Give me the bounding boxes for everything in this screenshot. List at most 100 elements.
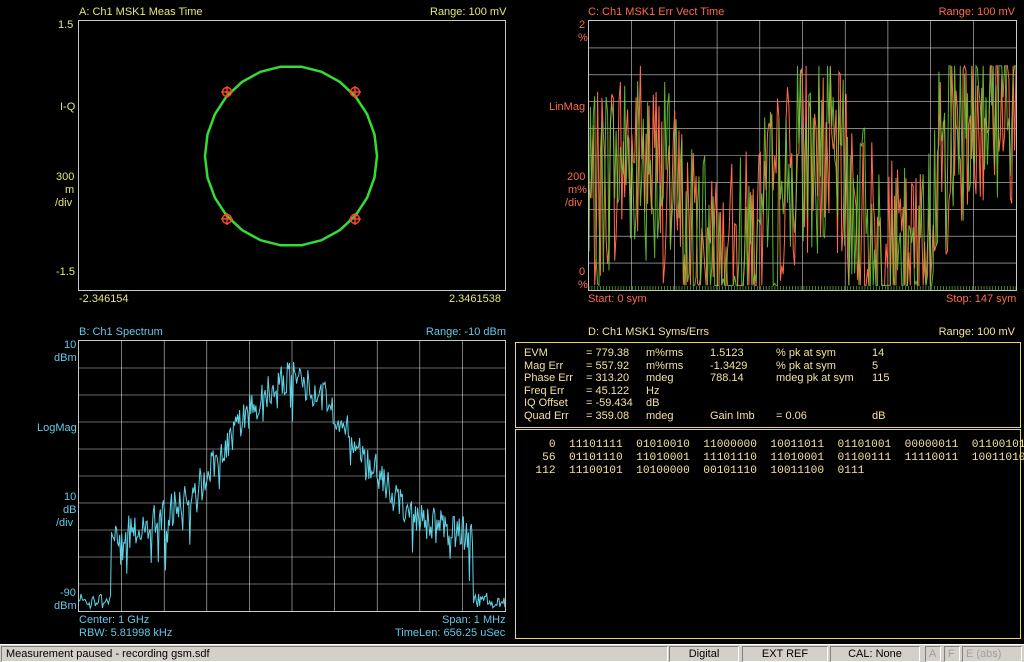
panel-d-symbol-table[interactable]: 0 11101111 01010010 11000000 10011011 01… [515, 429, 1024, 639]
error-summary-cell: = 0.06 [776, 409, 807, 422]
symbol-bits-row: 56 01101110 11010001 11101110 11010001 0… [522, 452, 1024, 464]
status-e: E (abs) [962, 646, 1022, 662]
error-summary-cell: mdeg [646, 372, 674, 385]
error-summary-cell [872, 385, 912, 398]
panel-a-range[interactable]: Range: 100 mV [430, 6, 506, 18]
panel-c-y-label[interactable]: LinMag [549, 101, 585, 113]
status-f: F [944, 646, 960, 662]
error-summary-cell: mdeg [646, 409, 674, 422]
panel-c-y-scale-2: m% [568, 184, 587, 196]
error-summary-cell: m%rms [646, 347, 684, 359]
error-summary-cell [776, 397, 872, 410]
error-summary-cell: Freq Err [524, 384, 565, 397]
symbol-bits-row: 0 11101111 01010010 11000000 10011011 01… [522, 439, 1024, 451]
error-summary-cell: EVM [524, 347, 548, 359]
panel-d-range[interactable]: Range: 100 mV [938, 326, 1015, 338]
error-summary-cell [710, 385, 776, 398]
panel-a-iq-circle [203, 65, 379, 247]
panel-b-center: Center: 1 GHz [79, 614, 150, 626]
status-bar: Measurement paused - recording gsm.sdf D… [0, 644, 1024, 662]
error-summary-row: Quad Err = 359.08 mdeg Gain Imb = 0.06 dB [524, 410, 912, 423]
panel-b-y-label[interactable]: LogMag [37, 422, 77, 434]
error-summary-cell: 1.5123 [710, 347, 744, 359]
panel-a-y-scale-2: m [65, 184, 75, 196]
panel-b-y-scale-3: /div [56, 517, 74, 529]
error-summary-cell: Mag Err [524, 359, 564, 372]
error-summary-row: Freq Err = 45.122 Hz [524, 385, 912, 398]
panel-b-plot[interactable] [78, 340, 506, 612]
panel-a-title[interactable]: A: Ch1 MSK1 Meas Time [79, 6, 203, 18]
error-summary-table: EVM = 779.38 m%rms 1.5123% pk at sym 14 Mag E… [524, 347, 912, 423]
status-a: A [925, 646, 941, 662]
error-summary-cell [776, 385, 872, 398]
error-summary-cell: m%rms [646, 359, 684, 372]
panel-b-title[interactable]: B: Ch1 Spectrum [79, 326, 163, 338]
status-digital: Digital [669, 646, 739, 662]
panel-b-y-top-1: 10 [64, 339, 77, 351]
panel-a-x-left: -2.346154 [79, 293, 129, 305]
panel-b-y-scale-1: 10 [64, 491, 77, 503]
panel-a-y-top: 1.5 [58, 19, 74, 31]
error-summary-cell: -1.3429 [710, 359, 748, 372]
panel-c-y-bottom-2: % [578, 279, 588, 291]
panel-b-timelen: TimeLen: 656.25 uSec [395, 627, 506, 639]
panel-a-plot[interactable] [78, 20, 506, 291]
panel-a-symbol-markers [221, 86, 361, 225]
panel-b-y-top-2: dBm [54, 352, 77, 364]
error-summary-cell: = 779.38 [586, 347, 630, 359]
error-summary-cell: = 557.92 [586, 359, 630, 372]
panel-b-y-bottom-2: dBm [54, 600, 77, 612]
panel-c-error-vector-trace [589, 21, 1016, 290]
error-summary-cell: Gain Imb [710, 409, 755, 422]
error-summary-cell: 14 [872, 347, 885, 359]
error-summary-cell: 5 [872, 359, 879, 372]
status-message: Measurement paused - recording gsm.sdf [1, 646, 668, 662]
panel-d-title[interactable]: D: Ch1 MSK1 Syms/Errs [588, 326, 709, 338]
status-ext-ref: EXT REF [742, 646, 828, 662]
error-summary-cell [872, 397, 912, 410]
error-summary-cell: = 45.122 [586, 384, 630, 397]
panel-c-y-bottom-1: 0 [579, 266, 586, 278]
panel-a-y-label[interactable]: I-Q [60, 101, 75, 113]
error-summary-cell: dB [646, 397, 660, 410]
error-summary-row: IQ Offset = -59.434 dB [524, 397, 912, 410]
panel-c-range[interactable]: Range: 100 mV [938, 6, 1015, 18]
error-summary-cell: Hz [646, 384, 660, 397]
error-summary-cell: dB [872, 409, 886, 422]
panel-b-spectrum-trace [79, 341, 505, 611]
panel-b-range[interactable]: Range: -10 dBm [420, 326, 506, 338]
error-summary-row: EVM = 779.38 m%rms 1.5123 % pk at sym 14 [524, 347, 912, 360]
error-summary-cell: % pk at sym [776, 347, 836, 359]
symbol-bits-row: 112 11100101 10100000 00101110 10011100 … [522, 465, 865, 477]
error-summary-cell: IQ Offset [524, 397, 568, 410]
panel-c-start: Start: 0 sym [588, 293, 647, 305]
error-summary-cell [710, 397, 776, 410]
panel-a-y-scale-3: /div [55, 197, 73, 209]
symbol-bits-list: 0 11101111 01010010 11000000 10011011 01… [522, 439, 1024, 478]
panel-c-y-top-1: 2 [579, 19, 586, 31]
error-summary-cell: 115 [872, 372, 890, 385]
error-summary-cell: % pk at sym [776, 359, 836, 372]
error-summary-cell: 788.14 [710, 372, 744, 385]
panel-b-y-bottom-1: -90 [60, 587, 76, 599]
error-summary-row: Mag Err = 557.92 m%rms -1.3429 % pk at sym 5 [524, 360, 912, 373]
error-summary-cell: Phase Err [524, 372, 573, 385]
panel-c-y-scale-1: 200 [567, 171, 586, 183]
panel-a-x-right: 2.3461538 [449, 293, 501, 305]
panel-b-y-scale-2: dB [63, 504, 77, 516]
panel-a-y-scale-1: 300 [56, 171, 75, 183]
panel-b-span: Span: 1 MHz [442, 614, 506, 626]
panel-b-rbw: RBW: 5.81998 kHz [79, 627, 173, 639]
error-summary-cell: mdeg pk at sym [776, 372, 854, 385]
error-summary-cell: = 313.20 [586, 372, 630, 385]
panel-c-y-top-2: % [578, 32, 588, 44]
panel-c-title[interactable]: C: Ch1 MSK1 Err Vect Time [588, 6, 724, 18]
error-summary-cell: Quad Err [524, 409, 569, 422]
panel-c-plot[interactable] [588, 20, 1017, 291]
panel-c-stop: Stop: 147 sym [946, 293, 1017, 305]
error-summary-cell: = -59.434 [586, 397, 633, 410]
status-cal: CAL: None [830, 646, 920, 662]
error-summary-row: Phase Err = 313.20 mdeg 788.14 mdeg pk at sy… [524, 372, 912, 385]
panel-d-error-summary[interactable]: EVM = 779.38 m%rms 1.5123% pk at sym 14 Mag E… [515, 342, 1021, 428]
error-summary-cell: = 359.08 [586, 409, 630, 422]
